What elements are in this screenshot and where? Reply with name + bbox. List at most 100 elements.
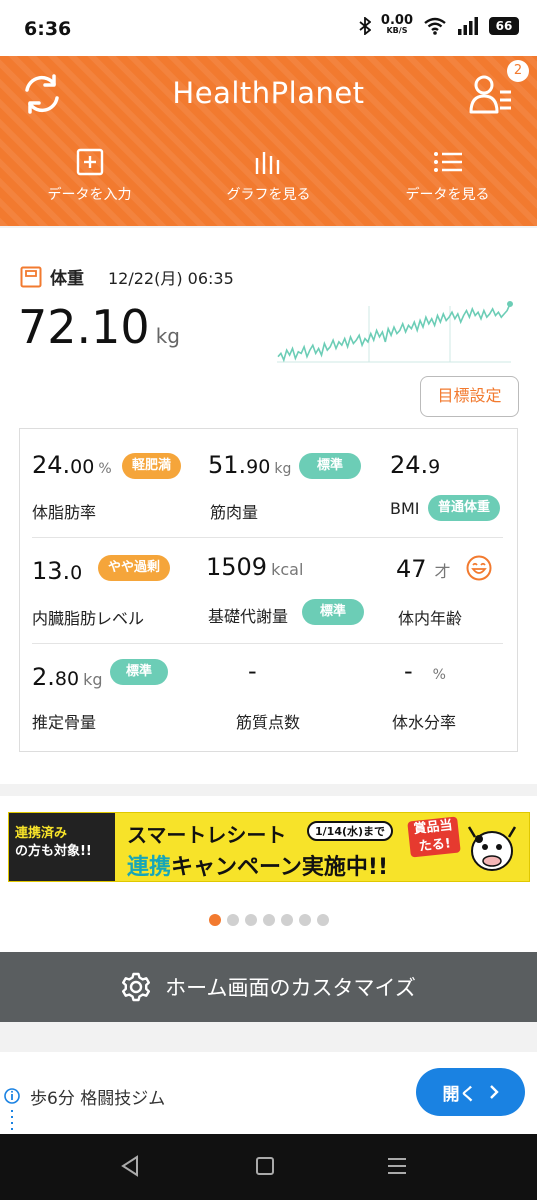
status-badge: 普通体重 xyxy=(428,495,501,521)
ad-banner[interactable]: 歩6分 格闘技ジム 開く xyxy=(0,1052,537,1134)
nav-view-data[interactable]: データを見る xyxy=(358,148,537,204)
net-speed: 0.00 KB/S xyxy=(380,13,413,35)
nav-data-label: データを見る xyxy=(405,187,490,203)
metric-value: 24.00% xyxy=(32,451,112,479)
weight-card: 体重 12/22(月) 06:35 72.10 kg 目標設定 24.00% 軽肥… xyxy=(0,228,537,784)
customize-label: ホーム画面のカスタマイズ xyxy=(165,976,416,1000)
nav-input-label: データを入力 xyxy=(47,187,132,203)
metric-label: BMI xyxy=(390,499,420,518)
carousel-dot[interactable] xyxy=(244,914,257,926)
status-badge: 標準 xyxy=(110,659,169,685)
weight-unit: kg xyxy=(155,324,180,348)
ad-text: 歩6分 格闘技ジム xyxy=(30,1089,166,1109)
nav-graph-label: グラフを見る xyxy=(226,187,311,203)
status-badge: 標準 xyxy=(302,599,365,625)
user-menu-icon[interactable] xyxy=(467,70,515,118)
weight-label: 体重 xyxy=(50,269,84,289)
metric-visceral-fat[interactable]: 13.0 xyxy=(32,557,82,585)
banner-prize: 賞品当たる! xyxy=(407,816,461,858)
metric-basal-metabolism[interactable]: 1509 kcal xyxy=(206,553,303,581)
campaign-banner[interactable]: 連携済み の方も対象!! スマートレシート 1/14(水)まで 連携キャンペーン… xyxy=(8,812,530,882)
carousel-dot[interactable] xyxy=(316,914,329,926)
nav-input-data[interactable]: データを入力 xyxy=(0,148,179,204)
metric-value: 13.0 xyxy=(32,557,83,585)
carousel-pagination xyxy=(0,914,537,926)
metric-bone-mass[interactable]: 2.80 kg xyxy=(32,663,103,691)
metric-label: 基礎代謝量 xyxy=(208,607,289,626)
home-icon[interactable] xyxy=(255,1154,275,1178)
status-bar: 6:36 0.00 KB/S 66 xyxy=(0,0,537,56)
weight-date: 12/22(月) 06:35 xyxy=(108,268,234,288)
header-nav: データを入力 グラフを見る データを見る xyxy=(0,148,537,204)
app-header: HealthPlanet 2 データを入力 グラフを見る データを見る xyxy=(0,56,537,226)
metrics-divider xyxy=(32,537,503,538)
metric-label: 体内年齢 xyxy=(398,609,463,628)
status-badge: 軽肥満 xyxy=(122,453,182,479)
banner-date: 1/14(水)まで xyxy=(307,821,394,841)
bluetooth-icon xyxy=(359,17,371,35)
nav-view-graph[interactable]: グラフを見る xyxy=(179,148,358,204)
battery-icon: 66 xyxy=(489,17,519,35)
metric-body-fat[interactable]: 24.00% xyxy=(32,451,112,479)
weight-value: 72.10 kg xyxy=(18,300,180,354)
info-icon[interactable] xyxy=(4,1088,20,1132)
metric-value: 47 才 xyxy=(396,555,451,583)
scale-icon xyxy=(20,266,42,287)
body-metrics-grid: 24.00% 軽肥満 体脂肪率 51.90 kg 標準 筋肉量 24.9 BMI … xyxy=(19,428,518,752)
weight-sparkline[interactable] xyxy=(275,296,513,366)
gear-icon xyxy=(122,972,151,1002)
smile-face-icon xyxy=(466,555,492,581)
sparkline-line xyxy=(277,303,511,363)
bar-graph-icon xyxy=(255,152,279,174)
app-title: HealthPlanet xyxy=(172,76,365,110)
metric-muscle-quality[interactable]: - xyxy=(248,657,257,685)
notification-badge: 2 xyxy=(507,60,529,82)
list-icon xyxy=(433,152,462,172)
system-nav-bar xyxy=(0,1134,537,1200)
back-icon[interactable] xyxy=(120,1154,140,1178)
status-badge: やや過剰 xyxy=(98,555,171,581)
customize-home-button[interactable]: ホーム画面のカスタマイズ xyxy=(0,952,537,1022)
metric-value: -% xyxy=(404,657,446,685)
cow-mascot-icon xyxy=(467,826,517,871)
banner-carousel: 連携済み の方も対象!! スマートレシート 1/14(水)まで 連携キャンペーン… xyxy=(0,796,537,952)
weight-header: 体重 12/22(月) 06:35 xyxy=(20,264,234,289)
banner-left-panel: 連携済み の方も対象!! xyxy=(9,813,115,881)
ad-open-button[interactable]: 開く xyxy=(416,1068,525,1116)
banner-title-line2: 連携キャンペーン実施中!! xyxy=(127,855,388,880)
metric-bmi[interactable]: 24.9 xyxy=(390,451,440,479)
carousel-dot[interactable] xyxy=(262,914,275,926)
metric-value: 24.9 xyxy=(390,451,441,479)
carousel-dot[interactable] xyxy=(208,914,221,926)
chevron-right-icon xyxy=(489,1085,499,1099)
carousel-dot[interactable] xyxy=(298,914,311,926)
status-time: 6:36 xyxy=(24,18,72,40)
metric-body-water[interactable]: -% xyxy=(404,657,446,685)
recents-icon[interactable] xyxy=(387,1154,407,1178)
status-badge: 標準 xyxy=(299,453,362,479)
metric-label: 筋質点数 xyxy=(236,713,301,732)
metric-value: 2.80 kg xyxy=(32,663,103,691)
plus-square-icon xyxy=(76,148,103,176)
ad-open-label: 開く xyxy=(442,1084,477,1105)
metric-label: 体脂肪率 xyxy=(32,503,97,522)
metric-label: 体水分率 xyxy=(392,713,457,732)
goal-setting-button[interactable]: 目標設定 xyxy=(420,376,519,417)
status-icons: 0.00 KB/S 66 xyxy=(359,13,519,36)
carousel-dot[interactable] xyxy=(226,914,239,926)
metric-value: 1509 kcal xyxy=(206,553,304,581)
metric-label: 推定骨量 xyxy=(32,713,97,732)
metric-value: - xyxy=(248,657,257,685)
carousel-dot[interactable] xyxy=(280,914,293,926)
banner-title-line1: スマートレシート xyxy=(127,823,287,847)
metric-label: 内臓脂肪レベル xyxy=(32,609,145,628)
weight-number: 72.10 xyxy=(18,300,150,354)
sparkline-latest-point xyxy=(507,301,513,307)
metric-body-age[interactable]: 47 才 xyxy=(396,555,451,583)
metric-muscle-mass[interactable]: 51.90 kg xyxy=(208,451,291,479)
wifi-icon xyxy=(424,17,446,35)
metrics-divider xyxy=(32,643,503,644)
metric-label: 筋肉量 xyxy=(210,503,259,522)
metric-value: 51.90 kg xyxy=(208,451,292,479)
signal-icon xyxy=(458,17,478,35)
